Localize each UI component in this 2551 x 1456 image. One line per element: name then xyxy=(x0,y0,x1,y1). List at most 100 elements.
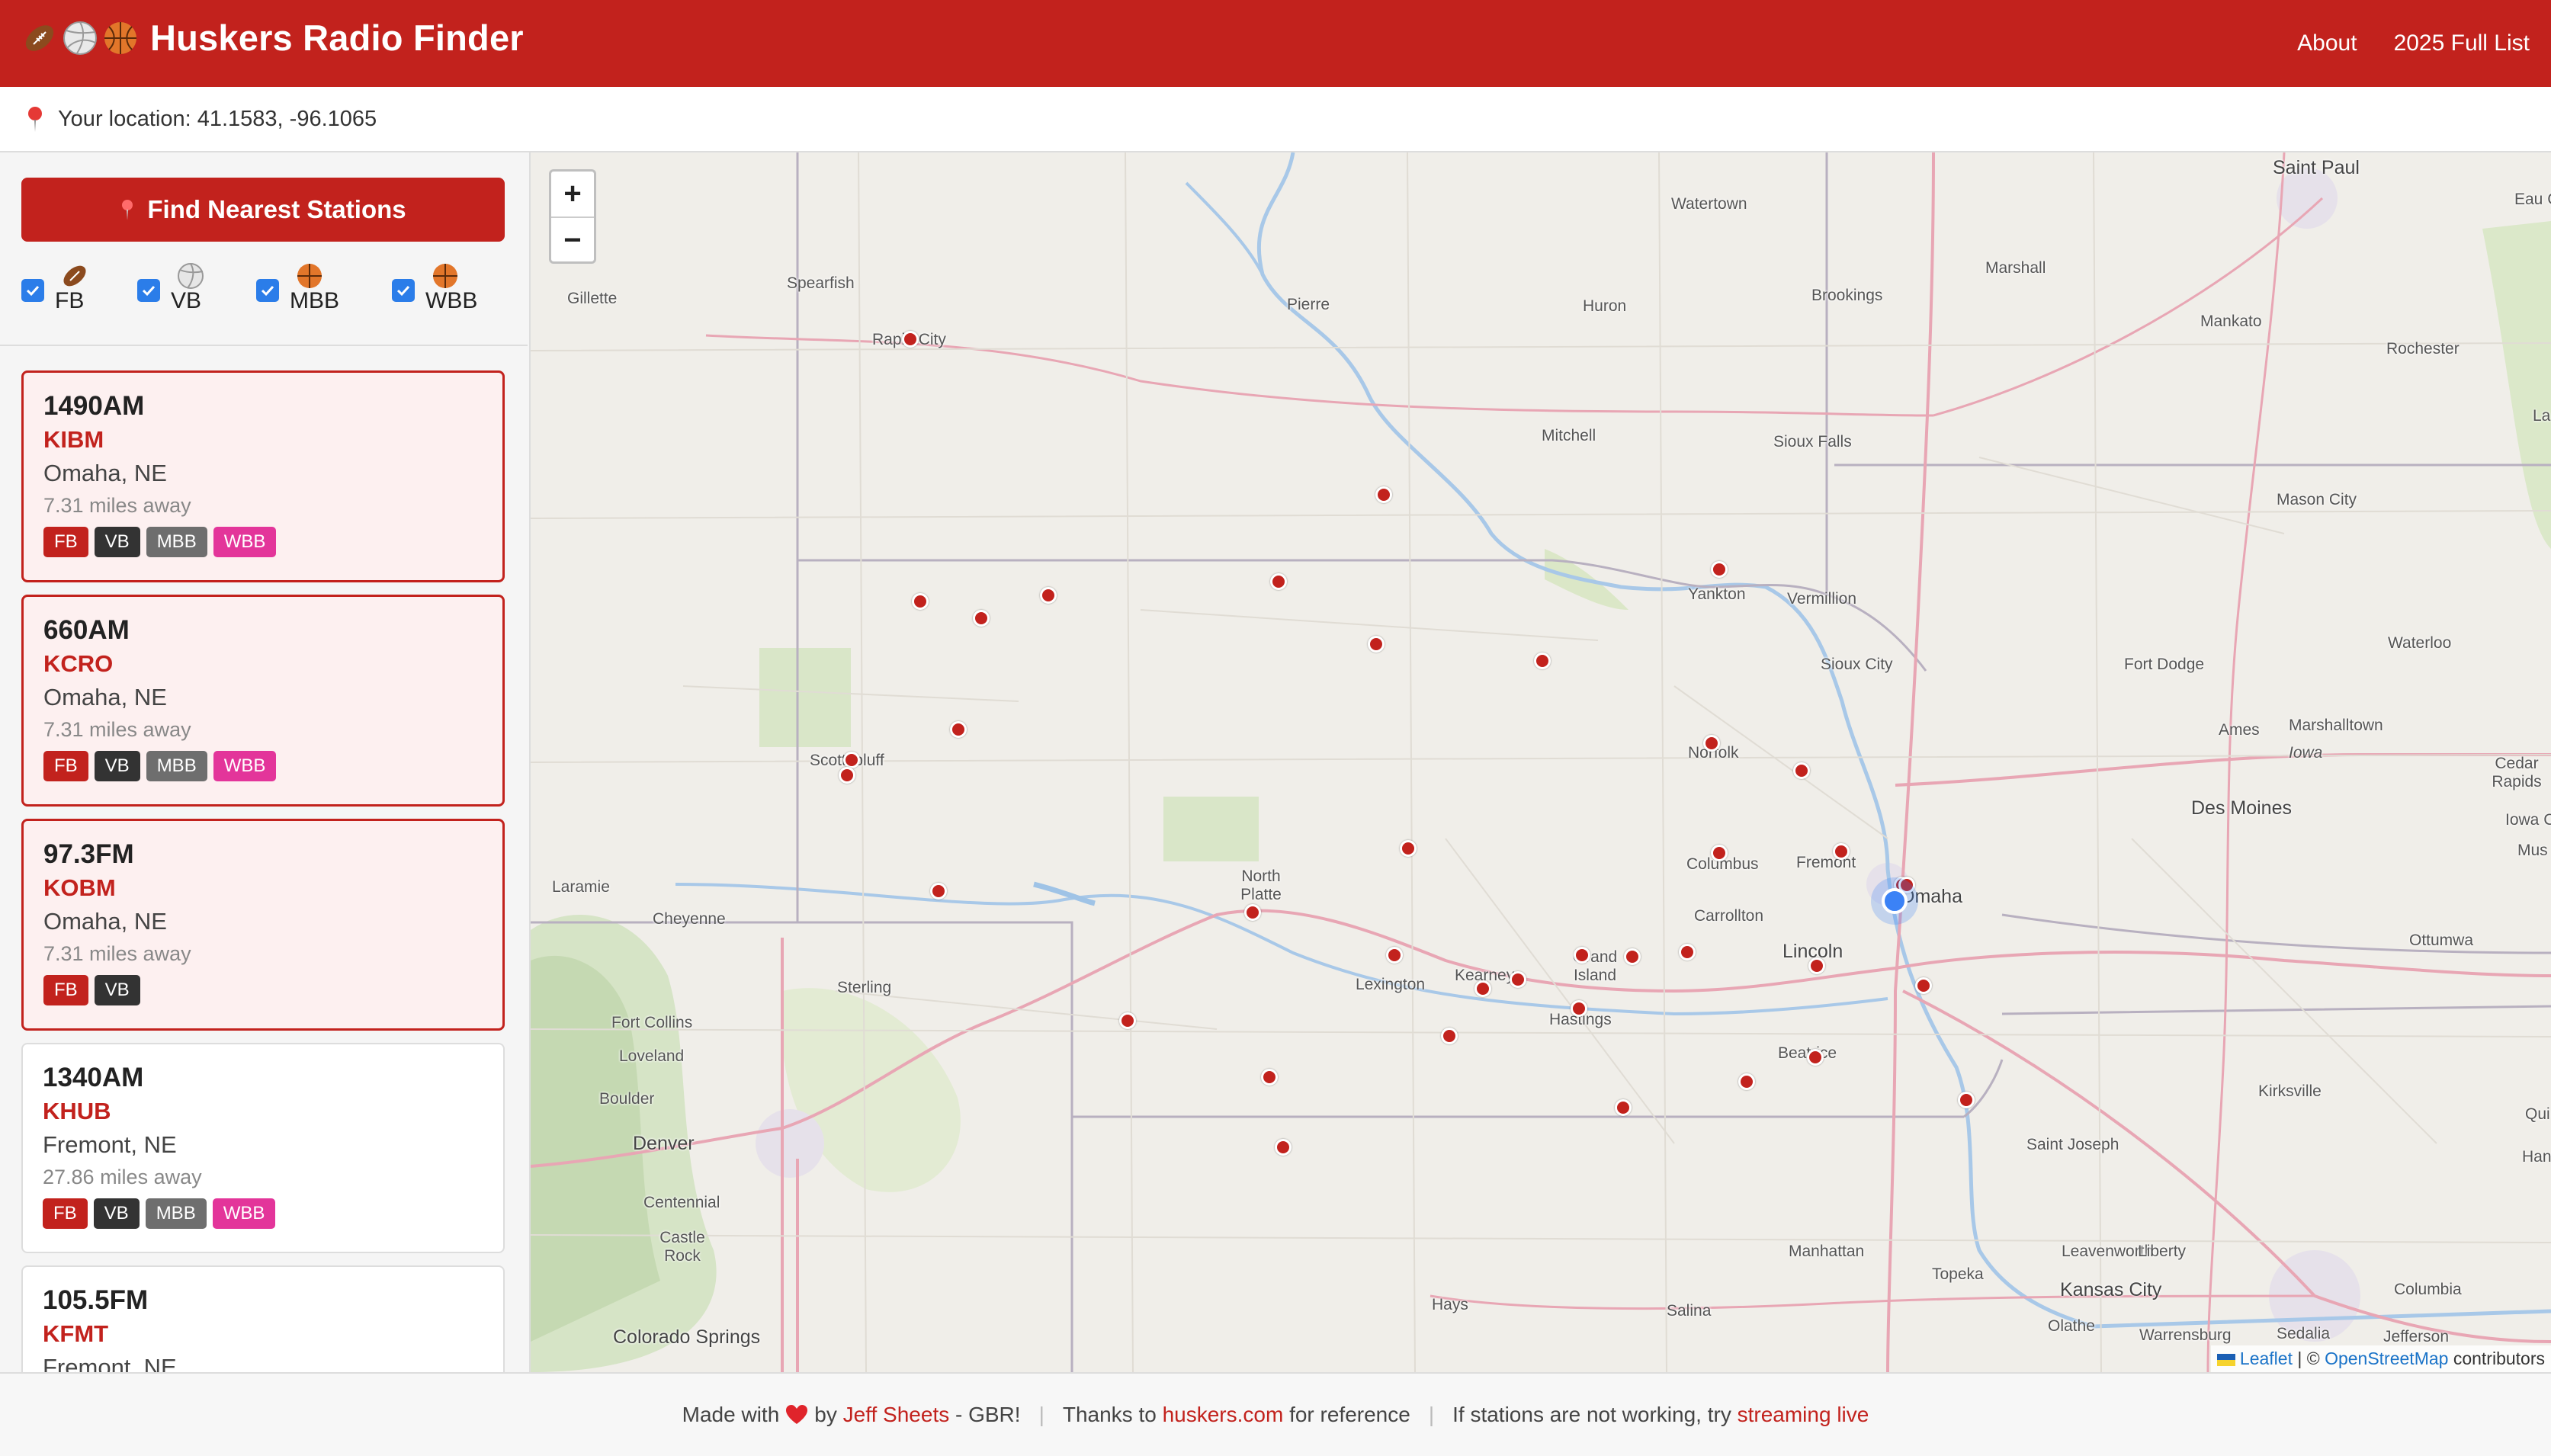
station-marker[interactable] xyxy=(1270,573,1287,590)
badge-vb: VB xyxy=(94,527,140,557)
brand[interactable]: Huskers Radio Finder xyxy=(21,17,524,59)
station-marker[interactable] xyxy=(1793,762,1810,779)
station-card[interactable]: 97.3FM KOBM Omaha, NE 7.31 miles away FB… xyxy=(21,819,505,1031)
map-label: Eau Cla xyxy=(2514,191,2551,208)
checkbox-fb[interactable] xyxy=(21,279,44,302)
station-marker[interactable] xyxy=(1386,947,1403,964)
huskers-link[interactable]: huskers.com xyxy=(1163,1403,1284,1427)
filter-mbb[interactable]: MBB xyxy=(256,262,339,313)
map-label: Salina xyxy=(1667,1302,1712,1320)
map-label: Mankato xyxy=(2200,313,2262,330)
footer-reference: for reference xyxy=(1289,1403,1410,1426)
location-pin-icon xyxy=(122,200,133,220)
filter-wbb[interactable]: WBB xyxy=(392,262,477,313)
station-marker[interactable] xyxy=(1915,977,1932,994)
station-marker[interactable] xyxy=(1833,843,1850,860)
station-marker[interactable] xyxy=(1679,944,1696,961)
station-marker[interactable] xyxy=(1275,1139,1292,1156)
station-card[interactable]: 105.5FM KFMT Fremont, NE xyxy=(21,1265,505,1372)
map-label: Lexington xyxy=(1356,976,1426,993)
station-marker[interactable] xyxy=(1624,948,1641,965)
map-label: Denver xyxy=(633,1133,695,1154)
station-card[interactable]: 660AM KCRO Omaha, NE 7.31 miles away FB … xyxy=(21,595,505,807)
station-marker[interactable] xyxy=(1711,561,1728,578)
filter-fb[interactable]: FB xyxy=(21,262,90,313)
station-marker[interactable] xyxy=(1244,904,1261,921)
sidebar-divider xyxy=(0,345,528,346)
badge-fb: FB xyxy=(43,975,88,1005)
station-city: Fremont, NE xyxy=(43,1354,177,1372)
station-marker[interactable] xyxy=(1040,587,1057,604)
station-city: Omaha, NE xyxy=(43,684,167,710)
map-label: Fort Dodge xyxy=(2124,656,2205,673)
station-marker[interactable] xyxy=(912,593,929,610)
station-card[interactable]: 1340AM KHUB Fremont, NE 27.86 miles away… xyxy=(21,1043,505,1253)
station-marker[interactable] xyxy=(1738,1073,1755,1090)
station-marker[interactable] xyxy=(930,883,947,900)
zoom-control: + − xyxy=(549,169,596,264)
station-marker[interactable] xyxy=(1711,845,1728,861)
station-marker[interactable] xyxy=(1368,636,1385,653)
nav-full-list[interactable]: 2025 Full List xyxy=(2394,30,2530,56)
map-label: Sioux City xyxy=(1821,656,1893,673)
zoom-in-button[interactable]: + xyxy=(551,172,594,218)
station-marker[interactable] xyxy=(1574,947,1590,964)
streaming-link[interactable]: streaming live xyxy=(1738,1403,1869,1427)
station-marker[interactable] xyxy=(1808,957,1825,974)
checkbox-wbb[interactable] xyxy=(392,279,415,302)
leaflet-link[interactable]: Leaflet xyxy=(2240,1349,2293,1368)
map-label: North Platte xyxy=(1240,868,1282,903)
author-link[interactable]: Jeff Sheets xyxy=(843,1403,950,1427)
station-marker[interactable] xyxy=(1261,1069,1278,1086)
checkbox-vb[interactable] xyxy=(137,279,160,302)
station-marker[interactable] xyxy=(1958,1092,1975,1108)
filter-vb-label: VB xyxy=(171,288,202,313)
station-map[interactable]: + − Saint Paul Eau Cla Watertown Marshal… xyxy=(531,152,2551,1372)
find-nearest-button[interactable]: Find Nearest Stations xyxy=(21,178,505,242)
station-callsign: KIBM xyxy=(43,426,104,453)
station-marker[interactable] xyxy=(1703,735,1720,752)
map-label: Colorado Springs xyxy=(613,1326,761,1348)
checkbox-mbb[interactable] xyxy=(256,279,279,302)
location-bar: Your location: 41.1583, -96.1065 xyxy=(0,87,2551,152)
map-label: Olathe xyxy=(2048,1317,2095,1335)
station-city: Omaha, NE xyxy=(43,460,167,486)
station-marker[interactable] xyxy=(843,752,860,768)
check-icon xyxy=(261,285,274,297)
osm-link[interactable]: OpenStreetMap xyxy=(2325,1349,2448,1368)
station-marker[interactable] xyxy=(1441,1028,1458,1044)
station-marker[interactable] xyxy=(1510,971,1526,988)
badge-vb: VB xyxy=(94,975,140,1005)
map-label: Mason City xyxy=(2277,491,2357,508)
station-marker[interactable] xyxy=(1534,653,1551,669)
filter-vb[interactable]: VB xyxy=(137,262,206,313)
basketball-icon xyxy=(433,264,457,288)
station-marker[interactable] xyxy=(1571,1000,1587,1017)
map-label: Laramie xyxy=(552,878,610,896)
attribution-sep: | © xyxy=(2297,1349,2320,1368)
station-marker[interactable] xyxy=(1400,840,1417,857)
footer-separator: | xyxy=(1428,1403,1435,1426)
station-marker[interactable] xyxy=(902,331,919,348)
map-label: Columbia xyxy=(2394,1281,2462,1298)
station-distance: 7.31 miles away xyxy=(43,942,191,965)
map-label: Spearfish xyxy=(787,274,855,292)
station-marker[interactable] xyxy=(1375,486,1392,503)
station-marker[interactable] xyxy=(1119,1012,1136,1029)
nav-about[interactable]: About xyxy=(2297,30,2357,56)
station-marker[interactable] xyxy=(1807,1049,1824,1066)
badge-wbb: WBB xyxy=(212,1198,276,1229)
map-label: Ottumwa xyxy=(2409,932,2474,949)
station-marker[interactable] xyxy=(1615,1099,1632,1116)
station-card[interactable]: 1490AM KIBM Omaha, NE 7.31 miles away FB… xyxy=(21,370,505,582)
station-marker[interactable] xyxy=(973,610,990,627)
station-marker[interactable] xyxy=(1474,980,1491,997)
station-marker[interactable] xyxy=(839,767,855,784)
map-label: Rochester xyxy=(2386,340,2460,358)
badge-mbb: MBB xyxy=(145,1198,207,1229)
station-marker[interactable] xyxy=(950,721,967,738)
map-label: Marshalltown xyxy=(2289,717,2383,734)
map-label: Mus xyxy=(2517,842,2548,859)
zoom-out-button[interactable]: − xyxy=(551,218,594,263)
sport-badges: FB VB MBB WBB xyxy=(43,1198,483,1229)
